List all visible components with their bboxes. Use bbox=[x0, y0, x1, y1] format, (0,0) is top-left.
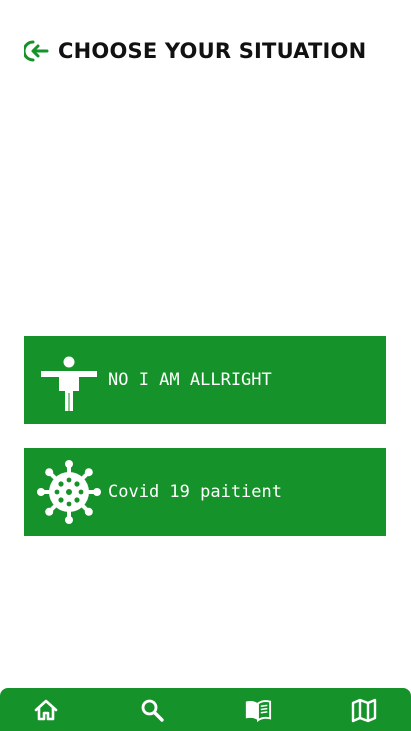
option-label: Covid 19 paitient bbox=[108, 482, 282, 502]
back-arrow-icon bbox=[24, 40, 49, 62]
person-icon bbox=[36, 347, 102, 413]
search-icon bbox=[141, 699, 164, 722]
home-icon bbox=[34, 699, 58, 721]
virus-icon bbox=[36, 459, 102, 525]
option-label: NO I AM ALLRIGHT bbox=[108, 370, 272, 390]
option-covid-19-patient[interactable]: Covid 19 paitient bbox=[24, 448, 386, 536]
book-icon bbox=[245, 700, 272, 723]
back-button[interactable] bbox=[24, 38, 50, 64]
nav-search-button[interactable] bbox=[138, 696, 166, 724]
nav-home-button[interactable] bbox=[32, 696, 60, 724]
nav-book-button[interactable] bbox=[244, 696, 272, 724]
map-icon bbox=[351, 698, 377, 723]
header: CHOOSE YOUR SITUATION bbox=[24, 38, 366, 64]
bottom-navigation bbox=[0, 688, 411, 731]
page-title: CHOOSE YOUR SITUATION bbox=[58, 39, 367, 63]
option-no-i-am-allright[interactable]: NO I AM ALLRIGHT bbox=[24, 336, 386, 424]
nav-map-button[interactable] bbox=[350, 696, 378, 724]
